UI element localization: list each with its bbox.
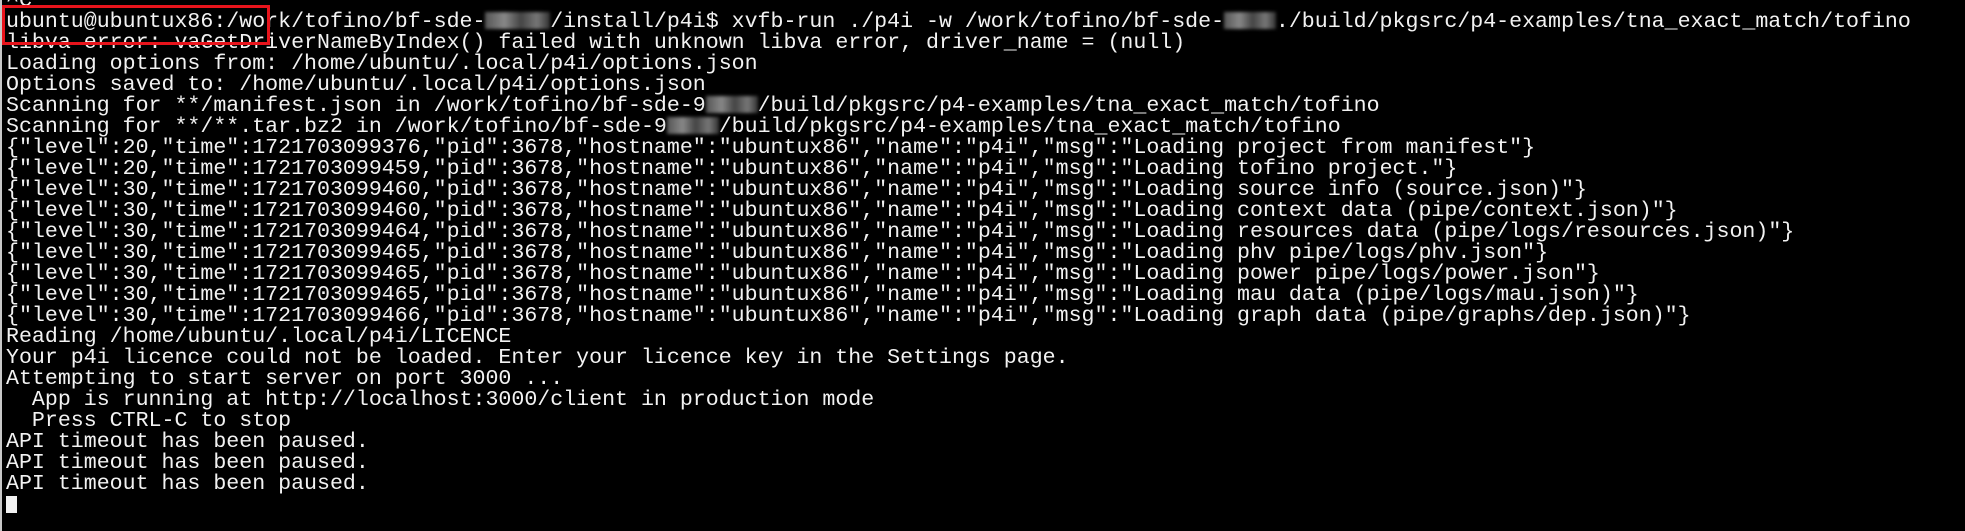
redacted-text — [485, 12, 551, 29]
terminal-output[interactable]: ^C ubuntu@ubuntux86:/work/tofino/bf-sde- /… — [6, 0, 1911, 516]
terminal-line: ubuntu@ubuntux86:/work/tofino/bf-sde-/in… — [6, 10, 1911, 34]
terminal-line: {"level":30,"time":1721703099460,"pid":3… — [6, 179, 1911, 201]
terminal-cursor — [6, 496, 17, 513]
terminal-line: Loading options from: /home/ubuntu/.loca… — [6, 53, 1911, 75]
terminal-line: {"level":30,"time":1721703099460,"pid":3… — [6, 200, 1911, 222]
terminal-text: ./build/pkgsrc/p4-examples/tna_exact_mat… — [1275, 10, 1911, 34]
terminal-line: Your p4i licence could not be loaded. En… — [6, 347, 1911, 369]
terminal-line: {"level":30,"time":1721703099466,"pid":3… — [6, 305, 1911, 327]
redacted-text — [705, 96, 758, 113]
redacted-text — [666, 117, 719, 134]
terminal-line: Scanning for **/manifest.json in /work/t… — [6, 95, 1911, 117]
terminal-line: {"level":30,"time":1721703099465,"pid":3… — [6, 263, 1911, 285]
redacted-text — [1224, 12, 1276, 29]
terminal-line: Scanning for **/**.tar.bz2 in /work/tofi… — [6, 116, 1911, 138]
terminal-text: API timeout has been paused. — [6, 472, 369, 496]
window-left-border — [0, 0, 2, 531]
terminal-line: {"level":30,"time":1721703099465,"pid":3… — [6, 242, 1911, 264]
terminal-line: {"level":30,"time":1721703099465,"pid":3… — [6, 284, 1911, 306]
terminal-line: {"level":30,"time":1721703099464,"pid":3… — [6, 221, 1911, 243]
terminal-line: App is running at http://localhost:3000/… — [6, 389, 1911, 411]
terminal-line: Attempting to start server on port 3000 … — [6, 368, 1911, 390]
terminal-line: libva error: vaGetDriverNameByIndex() fa… — [6, 32, 1911, 54]
highlight-box-prompt — [2, 5, 270, 45]
terminal-line: API timeout has been paused. — [6, 472, 1911, 496]
terminal-line: Press CTRL-C to stop — [6, 410, 1911, 432]
terminal-line: {"level":20,"time":1721703099376,"pid":3… — [6, 137, 1911, 159]
terminal-line: API timeout has been paused. — [6, 452, 1911, 474]
terminal-line: API timeout has been paused. — [6, 431, 1911, 453]
terminal-line: Options saved to: /home/ubuntu/.local/p4… — [6, 74, 1911, 96]
terminal-line: Reading /home/ubuntu/.local/p4i/LICENCE — [6, 326, 1911, 348]
terminal-line — [6, 495, 1911, 516]
terminal-line: {"level":20,"time":1721703099459,"pid":3… — [6, 158, 1911, 180]
